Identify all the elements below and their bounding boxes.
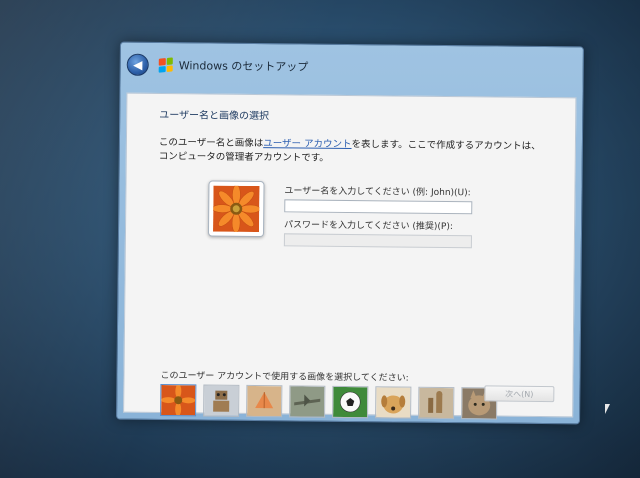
flower-picture-large	[213, 185, 260, 233]
windows-logo-icon	[158, 57, 173, 73]
picture-shell[interactable]	[246, 384, 283, 418]
password-label: パスワードを入力してください (推奨)(P):	[284, 220, 453, 233]
selected-user-picture	[207, 180, 265, 238]
shell-icon	[247, 385, 282, 417]
window-title: Windows のセットアップ	[178, 59, 309, 74]
mouse-cursor-icon	[605, 404, 610, 414]
picture-list	[160, 384, 498, 420]
description-text: このユーザー名と画像は	[158, 136, 264, 150]
picture-flower[interactable]	[160, 384, 197, 417]
username-label: ユーザー名を入力してください (例: John)(U):	[284, 186, 471, 199]
setup-window: ◀ Windows のセットアップ ユーザー名と画像の選択 このユーザー名と画像…	[116, 41, 584, 425]
user-account-link[interactable]: ユーザー アカウント	[263, 138, 351, 150]
picture-robot[interactable]	[203, 384, 240, 417]
picture-chess[interactable]	[418, 386, 455, 420]
airplane-icon	[290, 386, 325, 417]
back-arrow-icon: ◀	[133, 57, 143, 72]
page-heading: ユーザー名と画像の選択	[159, 109, 270, 123]
next-button[interactable]: 次へ(N)	[484, 385, 555, 403]
chess-icon	[419, 387, 454, 419]
picture-select-label: このユーザー アカウントで使用する画像を選択してください:	[160, 371, 409, 384]
password-input[interactable]	[283, 233, 472, 249]
title-bar: ◀ Windows のセットアップ	[121, 43, 583, 92]
setup-content: ユーザー名と画像の選択 このユーザー名と画像はユーザー アカウントを表します。こ…	[123, 92, 577, 420]
picture-airplane[interactable]	[289, 385, 326, 418]
robot-icon	[204, 385, 239, 416]
picture-soccer-ball[interactable]	[332, 385, 369, 419]
dog-icon	[376, 387, 411, 418]
page-description: このユーザー名と画像はユーザー アカウントを表します。ここで作成するアカウントは…	[159, 136, 549, 168]
picture-dog[interactable]	[375, 386, 412, 419]
back-button[interactable]: ◀	[126, 53, 149, 76]
username-input[interactable]	[284, 199, 473, 215]
flower-icon	[161, 385, 196, 416]
soccer-ball-icon	[333, 386, 368, 418]
